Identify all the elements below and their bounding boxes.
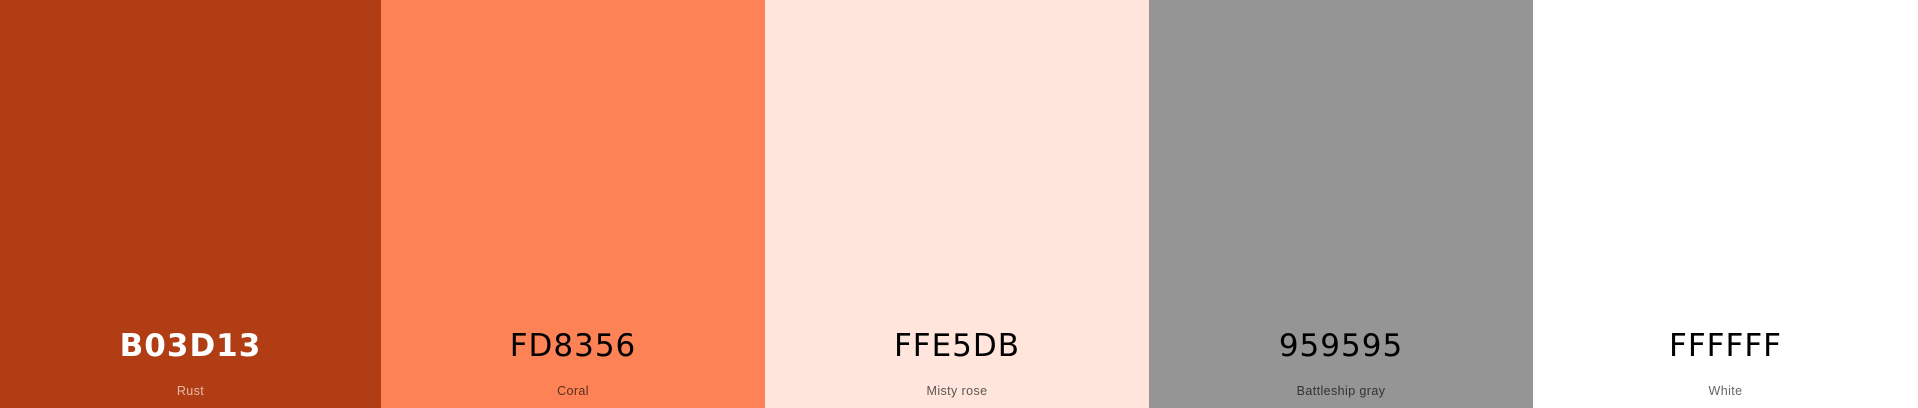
color-swatch-misty-rose[interactable]: FFE5DB Misty rose	[765, 0, 1149, 408]
hex-code: FD8356	[509, 328, 637, 364]
hex-code: B03D13	[119, 328, 262, 364]
color-name: Rust	[176, 384, 205, 398]
color-swatch-white[interactable]: FFFFFF White	[1533, 0, 1918, 408]
color-name: Misty rose	[926, 384, 988, 398]
hex-code: 959595	[1278, 328, 1404, 364]
hex-code: FFFFFF	[1669, 328, 1782, 364]
color-swatch-coral[interactable]: FD8356 Coral	[381, 0, 765, 408]
color-name: White	[1708, 384, 1743, 398]
color-swatch-rust[interactable]: B03D13 Rust	[0, 0, 381, 408]
color-swatch-battleship-gray[interactable]: 959595 Battleship gray	[1149, 0, 1533, 408]
color-name: Coral	[557, 384, 589, 398]
color-palette: B03D13 Rust FD8356 Coral FFE5DB Misty ro…	[0, 0, 1918, 408]
color-name: Battleship gray	[1296, 384, 1386, 398]
hex-code: FFE5DB	[893, 328, 1021, 364]
